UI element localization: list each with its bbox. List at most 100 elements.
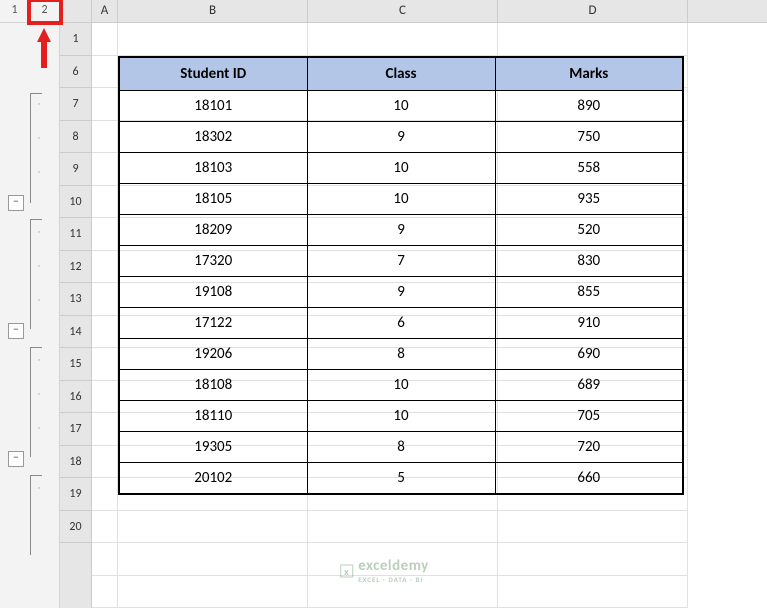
cell[interactable]: 705 xyxy=(495,401,683,432)
cell[interactable]: 6 xyxy=(307,308,495,339)
table-row: 1810310558 xyxy=(119,153,683,184)
cell[interactable]: 10 xyxy=(307,370,495,401)
collapse-button[interactable]: − xyxy=(8,451,24,467)
cell[interactable]: 18209 xyxy=(119,215,307,246)
outline-dot: · xyxy=(38,483,42,487)
group-bracket xyxy=(30,219,42,329)
cell[interactable]: 9 xyxy=(307,277,495,308)
row-header[interactable]: 9 xyxy=(60,153,91,186)
cell[interactable]: 20102 xyxy=(119,463,307,494)
table-row: 1810510935 xyxy=(119,184,683,215)
row-headers: 1 6 7 8 9 10 11 12 13 14 15 16 17 18 19 … xyxy=(60,0,92,608)
cell[interactable]: 689 xyxy=(495,370,683,401)
collapse-button[interactable]: − xyxy=(8,323,24,339)
outline-level-header: 1 2 xyxy=(0,0,59,23)
cell[interactable]: 18101 xyxy=(119,91,307,122)
cell[interactable]: 690 xyxy=(495,339,683,370)
row-header[interactable]: 18 xyxy=(60,446,91,479)
row-header[interactable]: 17 xyxy=(60,413,91,446)
row-header[interactable]: 11 xyxy=(60,218,91,251)
table-row: 193058720 xyxy=(119,432,683,463)
outline-dot: · xyxy=(38,389,42,393)
group-bracket xyxy=(30,475,42,555)
cell[interactable]: 890 xyxy=(495,91,683,122)
table-row: 183029750 xyxy=(119,122,683,153)
row-header[interactable]: 12 xyxy=(60,251,91,284)
header-class[interactable]: Class xyxy=(307,57,495,91)
cell[interactable]: 19305 xyxy=(119,432,307,463)
cell[interactable]: 10 xyxy=(307,153,495,184)
column-header[interactable]: C xyxy=(308,0,498,22)
collapse-button[interactable]: − xyxy=(8,195,24,211)
header-marks[interactable]: Marks xyxy=(495,57,683,91)
cell[interactable]: 18105 xyxy=(119,184,307,215)
cell[interactable]: 935 xyxy=(495,184,683,215)
outline-dot: · xyxy=(38,295,42,299)
cell[interactable]: 17122 xyxy=(119,308,307,339)
row-header[interactable]: 14 xyxy=(60,316,91,349)
row-header[interactable]: 7 xyxy=(60,88,91,121)
cell[interactable]: 10 xyxy=(307,91,495,122)
cell[interactable]: 9 xyxy=(307,215,495,246)
cell[interactable]: 750 xyxy=(495,122,683,153)
outline-body: · · · − · · · − · · · − · xyxy=(0,23,59,608)
row-header[interactable]: 6 xyxy=(60,56,91,89)
grid-area[interactable]: Student ID Class Marks 1810110890 183029… xyxy=(92,23,767,608)
outline-area: 1 2 · · · − · · · − · · · − · xyxy=(0,0,60,608)
annotation-arrow-icon xyxy=(37,28,51,68)
row-header[interactable]: 16 xyxy=(60,381,91,414)
cell[interactable]: 910 xyxy=(495,308,683,339)
table-row: 171226910 xyxy=(119,308,683,339)
outline-dot: · xyxy=(38,167,42,171)
cell[interactable]: 10 xyxy=(307,401,495,432)
cell[interactable]: 660 xyxy=(495,463,683,494)
column-headers: A B C D xyxy=(92,0,767,23)
row-header[interactable]: 13 xyxy=(60,283,91,316)
cell[interactable]: 558 xyxy=(495,153,683,184)
header-student-id[interactable]: Student ID xyxy=(119,57,307,91)
cell[interactable]: 10 xyxy=(307,184,495,215)
table-header-row: Student ID Class Marks xyxy=(119,57,683,91)
cell[interactable]: 855 xyxy=(495,277,683,308)
table-row: 191089855 xyxy=(119,277,683,308)
outline-dot: · xyxy=(38,261,42,265)
table-row: 1811010705 xyxy=(119,401,683,432)
cell[interactable]: 19108 xyxy=(119,277,307,308)
outline-dot: · xyxy=(38,355,42,359)
group-bracket xyxy=(30,347,42,457)
row-header[interactable]: 10 xyxy=(60,186,91,219)
row-header[interactable]: 20 xyxy=(60,511,91,544)
select-all-corner[interactable] xyxy=(60,0,91,23)
cell[interactable]: 9 xyxy=(307,122,495,153)
row-header[interactable]: 8 xyxy=(60,121,91,154)
column-header[interactable]: D xyxy=(498,0,688,22)
table-row: 192068690 xyxy=(119,339,683,370)
row-header[interactable]: 19 xyxy=(60,478,91,511)
cell[interactable]: 17320 xyxy=(119,246,307,277)
row-header[interactable]: 1 xyxy=(60,23,91,56)
cell[interactable]: 18302 xyxy=(119,122,307,153)
cell[interactable]: 520 xyxy=(495,215,683,246)
cell[interactable]: 720 xyxy=(495,432,683,463)
outline-level-2[interactable]: 2 xyxy=(30,0,59,22)
cell[interactable]: 18110 xyxy=(119,401,307,432)
table-row: 1810110890 xyxy=(119,91,683,122)
group-bracket xyxy=(30,93,42,203)
cell[interactable]: 18108 xyxy=(119,370,307,401)
outline-level-1[interactable]: 1 xyxy=(0,0,30,22)
cell[interactable]: 18103 xyxy=(119,153,307,184)
outline-dot: · xyxy=(38,99,42,103)
outline-dot: · xyxy=(38,227,42,231)
outline-dot: · xyxy=(38,133,42,137)
cell[interactable]: 5 xyxy=(307,463,495,494)
cell[interactable]: 19206 xyxy=(119,339,307,370)
column-header[interactable]: A xyxy=(92,0,118,22)
table-row: 173207830 xyxy=(119,246,683,277)
outline-dot: · xyxy=(38,423,42,427)
cell[interactable]: 8 xyxy=(307,432,495,463)
cell[interactable]: 830 xyxy=(495,246,683,277)
cell[interactable]: 8 xyxy=(307,339,495,370)
row-header[interactable]: 15 xyxy=(60,348,91,381)
cell[interactable]: 7 xyxy=(307,246,495,277)
column-header[interactable]: B xyxy=(118,0,308,22)
